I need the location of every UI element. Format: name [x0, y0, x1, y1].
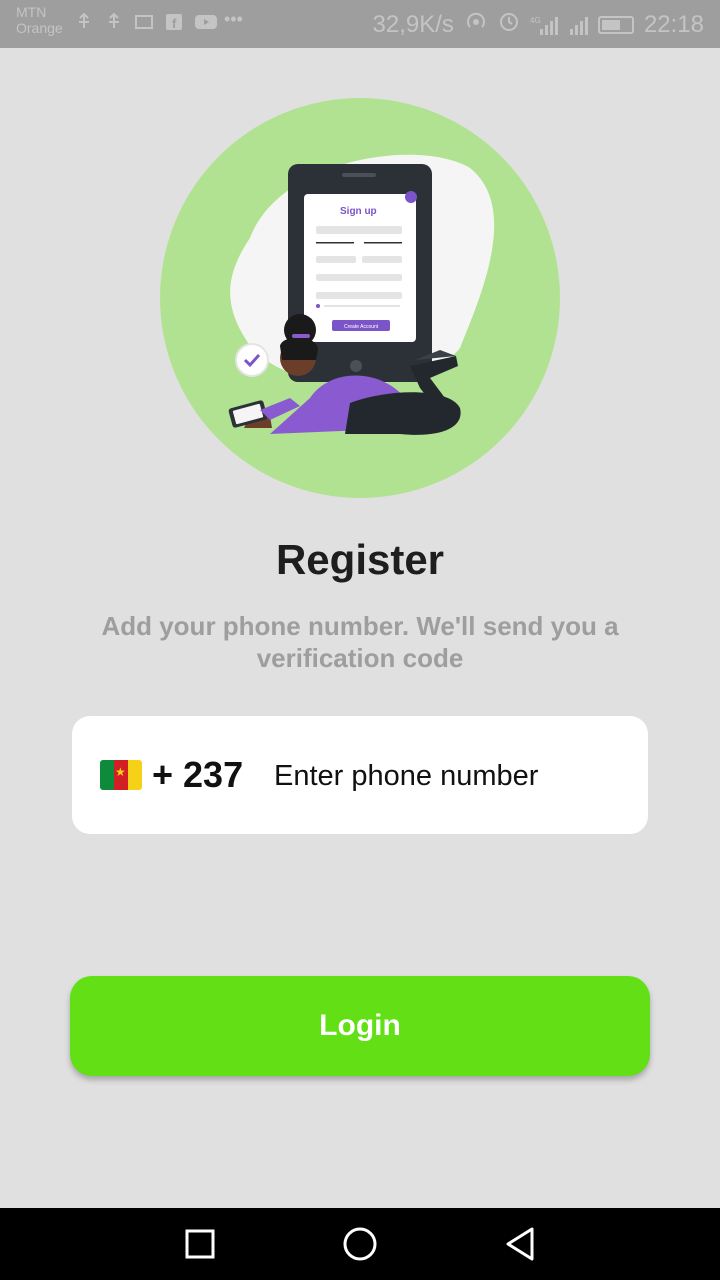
square-icon[interactable]: [182, 1226, 218, 1262]
battery-icon: [597, 15, 634, 34]
svg-text:f: f: [172, 16, 177, 31]
phone-field[interactable]: + 237: [72, 716, 648, 834]
triangle-back-icon[interactable]: [502, 1226, 538, 1262]
youtube-icon: [194, 12, 217, 32]
alarm-icon: [498, 10, 520, 39]
signal-icon-2: [564, 15, 588, 35]
circle-icon[interactable]: [342, 1226, 378, 1262]
login-button[interactable]: Login: [70, 976, 650, 1076]
signal-icon: 4G: [530, 15, 558, 35]
page-title: Register: [275, 536, 445, 583]
page-subtitle: Add your phone number. We'll send you a …: [101, 611, 619, 673]
country-code[interactable]: + 237: [152, 754, 243, 796]
phone-number-input[interactable]: [272, 752, 626, 800]
more-icon: •••: [224, 9, 243, 29]
svg-text:4G: 4G: [530, 16, 541, 25]
carrier-1: MTN: [16, 4, 47, 20]
status-right: 32,9K/s 4G 22:18: [373, 10, 704, 39]
system-nav-bar: [0, 1208, 720, 1280]
hotspot-icon: [464, 10, 488, 39]
usb-icon: [74, 12, 94, 32]
carrier-names: MTN Orange: [16, 4, 63, 36]
notification-icons: f •••: [74, 9, 244, 32]
cameroon-flag-icon[interactable]: [100, 760, 142, 790]
card-button: Create Account: [344, 324, 379, 330]
card-title: Sign up: [340, 206, 377, 217]
carrier-2: Orange: [16, 20, 63, 36]
message-icon: [134, 12, 154, 32]
facebook-icon: f: [164, 12, 184, 32]
clock: 22:18: [643, 10, 704, 38]
status-bar: MTN Orange f ••• 32,9K/s 4G 22:18: [0, 0, 720, 48]
usb-icon-2: [104, 12, 124, 32]
network-speed: 32,9K/s: [372, 10, 454, 38]
register-illustration: Sign up Create Account: [160, 98, 560, 498]
